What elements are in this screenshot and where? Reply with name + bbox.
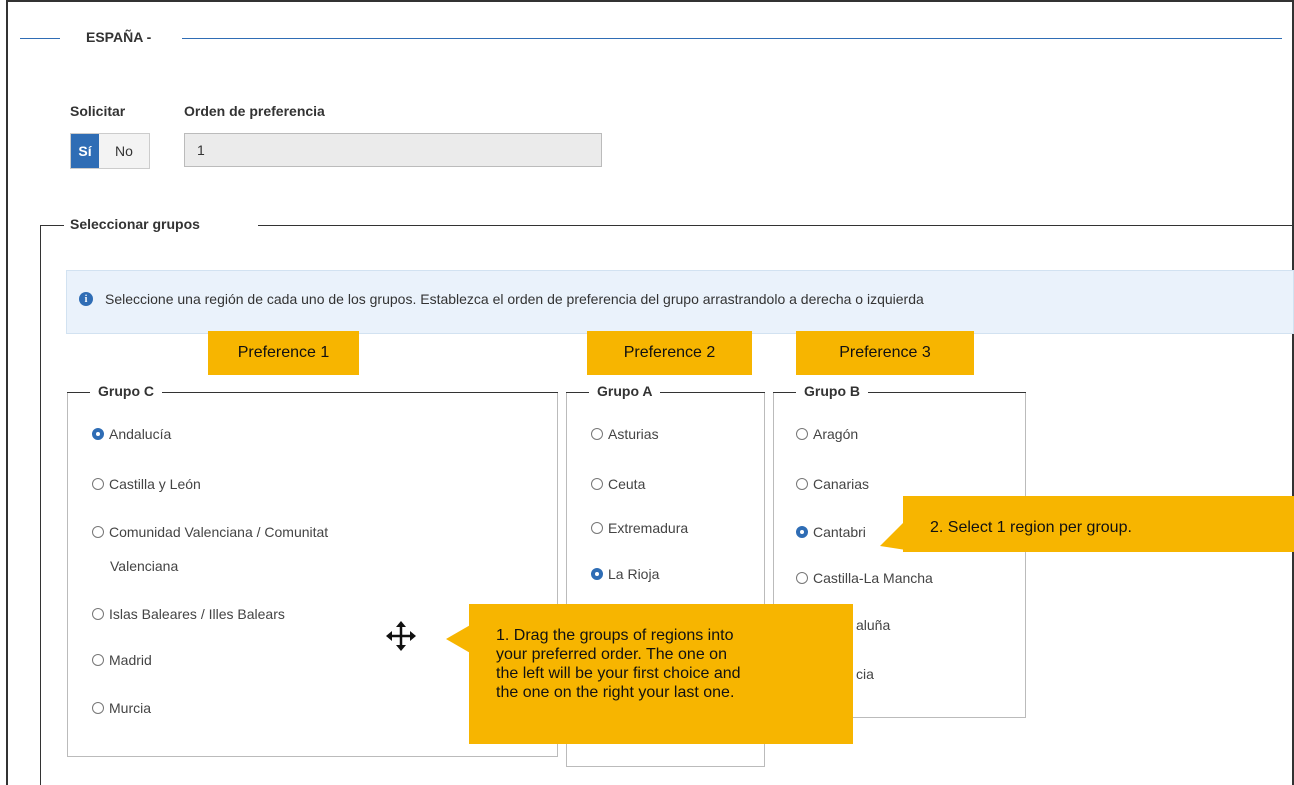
info-text: Seleccione una región de cada uno de los… xyxy=(105,291,924,307)
radio-icon xyxy=(796,428,808,440)
info-banner: i Seleccione una región de cada uno de l… xyxy=(66,270,1294,334)
order-field[interactable]: 1 xyxy=(184,133,602,167)
radio-icon xyxy=(92,526,104,538)
option-label: Murcia xyxy=(109,700,152,716)
radio-la-rioja[interactable]: La Rioja xyxy=(591,566,659,582)
group-c-title: Grupo C xyxy=(90,383,162,399)
request-label: Solicitar xyxy=(70,103,126,119)
option-label: Andalucía xyxy=(109,426,172,442)
radio-murcia[interactable]: Murcia xyxy=(92,700,151,716)
groups-title: Seleccionar grupos xyxy=(70,216,200,232)
radio-icon xyxy=(591,522,603,534)
section-rule xyxy=(20,38,60,39)
option-label-partial: aluña xyxy=(856,617,891,633)
radio-islas-baleares[interactable]: Islas Baleares / Illes Balears xyxy=(92,606,285,622)
option-label: Castilla-La Mancha xyxy=(813,570,933,586)
radio-selected-icon xyxy=(796,526,808,538)
radio-selected-icon xyxy=(591,568,603,580)
request-toggle[interactable]: Sí No xyxy=(70,133,150,169)
radio-madrid[interactable]: Madrid xyxy=(92,652,152,668)
option-label: Ceuta xyxy=(608,476,646,492)
option-label-continuation: Valenciana xyxy=(110,558,179,574)
radio-icon xyxy=(92,702,104,714)
radio-icon xyxy=(591,428,603,440)
no-button[interactable]: No xyxy=(99,134,149,168)
section-rule xyxy=(182,38,1282,39)
drag-callout-line: the one on the right your last one. xyxy=(496,684,735,701)
move-icon[interactable] xyxy=(385,620,417,652)
radio-icon xyxy=(796,572,808,584)
preference-label: Preference 3 xyxy=(796,331,974,375)
groups-rule xyxy=(258,225,1294,226)
radio-icon xyxy=(92,478,104,490)
info-icon: i xyxy=(79,292,93,306)
preference-label: Preference 1 xyxy=(208,331,359,375)
option-label: Castilla y León xyxy=(109,476,201,492)
option-label: Canarias xyxy=(813,476,870,492)
option-label-partial: cia xyxy=(856,666,874,682)
option-label: Extremadura xyxy=(608,520,689,536)
radio-selected-icon xyxy=(92,428,104,440)
drag-callout: 1. Drag the groups of regions into your … xyxy=(469,604,853,744)
radio-ceuta[interactable]: Ceuta xyxy=(591,476,645,492)
radio-icon xyxy=(92,654,104,666)
radio-castilla-la-mancha[interactable]: Castilla-La Mancha xyxy=(796,570,933,586)
radio-extremadura[interactable]: Extremadura xyxy=(591,520,688,536)
radio-aragon[interactable]: Aragón xyxy=(796,426,858,442)
section-title: ESPAÑA - xyxy=(86,29,152,45)
radio-cantabria[interactable]: Cantabri xyxy=(796,524,866,540)
radio-icon xyxy=(92,608,104,620)
radio-castilla-y-leon[interactable]: Castilla y León xyxy=(92,476,201,492)
groups-rule xyxy=(40,225,64,226)
drag-callout-line: 1. Drag the groups of regions into xyxy=(496,627,734,644)
group-b-title: Grupo B xyxy=(796,383,868,399)
radio-icon xyxy=(591,478,603,490)
option-label: Cantabri xyxy=(813,524,866,540)
option-label: Islas Baleares / Illes Balears xyxy=(109,606,285,622)
order-label: Orden de preferencia xyxy=(184,103,325,119)
select-callout: 2. Select 1 region per group. xyxy=(903,496,1294,552)
radio-asturias[interactable]: Asturias xyxy=(591,426,659,442)
groups-border xyxy=(40,225,41,785)
radio-comunidad-valenciana[interactable]: Comunidad Valenciana / Comunitat xyxy=(92,524,328,540)
option-label: La Rioja xyxy=(608,566,660,582)
drag-callout-line: the left will be your first choice and xyxy=(496,665,741,682)
option-label: Comunidad Valenciana / Comunitat xyxy=(109,524,329,540)
option-label: Asturias xyxy=(608,426,659,442)
group-a-title: Grupo A xyxy=(589,383,661,399)
option-label: Aragón xyxy=(813,426,859,442)
option-label: Madrid xyxy=(109,652,152,668)
drag-callout-line: your preferred order. The one on xyxy=(496,646,727,663)
preference-label: Preference 2 xyxy=(587,331,752,375)
yes-button[interactable]: Sí xyxy=(71,134,99,168)
radio-canarias[interactable]: Canarias xyxy=(796,476,869,492)
radio-andalucia[interactable]: Andalucía xyxy=(92,426,171,442)
radio-icon xyxy=(796,478,808,490)
